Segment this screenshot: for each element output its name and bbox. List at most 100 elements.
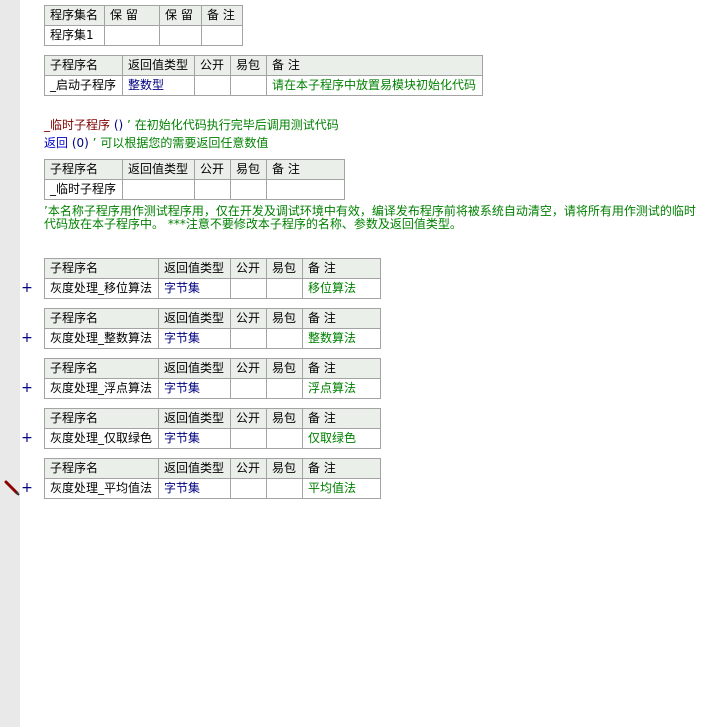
header-remark: 备 注 (302, 408, 381, 429)
return-keyword[interactable]: 返回 (44, 136, 68, 150)
header-easy-pkg: 易包 (266, 308, 303, 329)
subroutine-table: 子程序名 返回值类型 公开 易包备 注灰度处理_仅取绿色 字节集 仅取绿色 (44, 408, 381, 449)
sub-name-cell[interactable]: _启动子程序 (44, 75, 123, 96)
public-cell[interactable] (194, 179, 231, 200)
set-name-cell[interactable]: 程序集1 (44, 25, 105, 46)
header-public: 公开 (194, 55, 231, 76)
subroutine-header-row: 子程序名 返回值类型 公开 易包备 注 (44, 408, 381, 429)
code-comment: 在初始化代码执行完毕后调用测试代码 (134, 118, 339, 132)
reserved-cell-1[interactable] (104, 25, 160, 46)
sub-name-cell[interactable]: 灰度处理_仅取绿色 (44, 428, 159, 449)
easy-pkg-cell[interactable] (266, 278, 303, 299)
remark-cell[interactable]: 浮点算法 (302, 378, 381, 399)
header-public: 公开 (230, 458, 267, 479)
header-remark: 备 注 (302, 458, 381, 479)
start-sub-header-row: 子程序名 返回值类型 公开 易包 备 注 (44, 55, 483, 76)
sub-name-cell[interactable]: 灰度处理_平均值法 (44, 478, 159, 499)
header-sub-name: 子程序名 (44, 458, 159, 479)
header-return-type: 返回值类型 (158, 358, 231, 379)
code-line-return[interactable]: 返回 (0) ’ 可以根据您的需要返回任意数值 (44, 135, 268, 151)
expand-toggle[interactable]: + (21, 280, 33, 296)
comment-quote: ’ (127, 118, 131, 132)
header-sub-name: 子程序名 (44, 258, 159, 279)
header-public: 公开 (194, 159, 231, 180)
expand-toggle[interactable]: + (21, 430, 33, 446)
subroutine-row[interactable]: 灰度处理_平均值法 字节集 平均值法 (44, 478, 381, 499)
header-remark: 备 注 (302, 308, 381, 329)
expand-toggle[interactable]: + (21, 330, 33, 346)
public-cell[interactable] (230, 478, 267, 499)
code-line-call-temp[interactable]: _临时子程序 () ’ 在初始化代码执行完毕后调用测试代码 (44, 117, 339, 133)
remark-cell[interactable] (201, 25, 243, 46)
return-type-cell[interactable] (122, 179, 195, 200)
sub-name-cell[interactable]: 灰度处理_移位算法 (44, 278, 159, 299)
easy-pkg-cell[interactable] (230, 75, 267, 96)
public-cell[interactable] (230, 428, 267, 449)
header-remark: 备 注 (201, 5, 243, 26)
easy-pkg-cell[interactable] (266, 478, 303, 499)
temp-sub-call[interactable]: _临时子程序 (44, 118, 110, 132)
remark-cell[interactable]: 仅取绿色 (302, 428, 381, 449)
header-sub-name: 子程序名 (44, 358, 159, 379)
temp-sub-note: ’本名称子程序用作测试程序用，仅在开发及调试环境中有效，编译发布程序前将被系统自… (44, 204, 696, 231)
header-return-type: 返回值类型 (158, 458, 231, 479)
return-type-cell[interactable]: 字节集 (158, 278, 231, 299)
header-sub-name: 子程序名 (44, 55, 123, 76)
program-set-table: 程序集名 保 留 保 留 备 注 程序集1 (44, 5, 243, 46)
temp-sub-row[interactable]: _临时子程序 (44, 179, 345, 200)
header-return-type: 返回值类型 (122, 55, 195, 76)
return-type-cell[interactable]: 字节集 (158, 328, 231, 349)
temp-sub-header-row: 子程序名 返回值类型 公开 易包 备 注 (44, 159, 345, 180)
subroutine-table: 子程序名 返回值类型 公开 易包备 注灰度处理_整数算法 字节集 整数算法 (44, 308, 381, 349)
header-set-name: 程序集名 (44, 5, 105, 26)
return-type-cell[interactable]: 字节集 (158, 378, 231, 399)
header-return-type: 返回值类型 (122, 159, 195, 180)
subroutine-row[interactable]: 灰度处理_浮点算法 字节集 浮点算法 (44, 378, 381, 399)
public-cell[interactable] (230, 278, 267, 299)
header-public: 公开 (230, 308, 267, 329)
return-args: (0) (71, 136, 89, 150)
sub-name-cell[interactable]: 灰度处理_浮点算法 (44, 378, 159, 399)
expand-toggle[interactable]: + (21, 380, 33, 396)
reserved-cell-2[interactable] (159, 25, 202, 46)
header-easy-pkg: 易包 (266, 408, 303, 429)
subroutine-table: 子程序名 返回值类型 公开 易包备 注灰度处理_平均值法 字节集 平均值法 (44, 458, 381, 499)
comment-quote: ’ (92, 136, 97, 150)
program-set-row[interactable]: 程序集1 (44, 25, 243, 46)
header-return-type: 返回值类型 (158, 258, 231, 279)
header-easy-pkg: 易包 (230, 159, 267, 180)
return-type-cell[interactable]: 字节集 (158, 478, 231, 499)
start-sub-table: 子程序名 返回值类型 公开 易包 备 注 _启动子程序 整数型 请在本子程序中放… (44, 55, 483, 96)
subroutine-header-row: 子程序名 返回值类型 公开 易包备 注 (44, 308, 381, 329)
subroutine-row[interactable]: 灰度处理_整数算法 字节集 整数算法 (44, 328, 381, 349)
header-sub-name: 子程序名 (44, 408, 159, 429)
subroutine-row[interactable]: 灰度处理_仅取绿色 字节集 仅取绿色 (44, 428, 381, 449)
program-set-header-row: 程序集名 保 留 保 留 备 注 (44, 5, 243, 26)
temp-sub-table: 子程序名 返回值类型 公开 易包 备 注 _临时子程序 (44, 159, 345, 200)
remark-cell[interactable]: 整数算法 (302, 328, 381, 349)
header-remark: 备 注 (302, 258, 381, 279)
return-type-cell[interactable]: 字节集 (158, 428, 231, 449)
sub-name-cell[interactable]: _临时子程序 (44, 179, 123, 200)
public-cell[interactable] (230, 378, 267, 399)
return-comment: 可以根据您的需要返回任意数值 (100, 136, 269, 150)
easy-pkg-cell[interactable] (266, 378, 303, 399)
remark-cell[interactable]: 移位算法 (302, 278, 381, 299)
easy-pkg-cell[interactable] (266, 328, 303, 349)
subroutine-table: 子程序名 返回值类型 公开 易包备 注灰度处理_移位算法 字节集 移位算法 (44, 258, 381, 299)
easy-pkg-cell[interactable] (230, 179, 267, 200)
easy-pkg-cell[interactable] (266, 428, 303, 449)
subroutine-header-row: 子程序名 返回值类型 公开 易包备 注 (44, 458, 381, 479)
remark-cell[interactable]: 请在本子程序中放置易模块初始化代码 (266, 75, 483, 96)
remark-cell[interactable]: 平均值法 (302, 478, 381, 499)
public-cell[interactable] (194, 75, 231, 96)
remark-cell[interactable] (266, 179, 345, 200)
sub-name-cell[interactable]: 灰度处理_整数算法 (44, 328, 159, 349)
return-type-cell[interactable]: 整数型 (122, 75, 195, 96)
expand-toggle[interactable]: + (21, 480, 33, 496)
subroutine-header-row: 子程序名 返回值类型 公开 易包备 注 (44, 258, 381, 279)
subroutine-row[interactable]: 灰度处理_移位算法 字节集 移位算法 (44, 278, 381, 299)
public-cell[interactable] (230, 328, 267, 349)
start-sub-row[interactable]: _启动子程序 整数型 请在本子程序中放置易模块初始化代码 (44, 75, 483, 96)
header-return-type: 返回值类型 (158, 308, 231, 329)
